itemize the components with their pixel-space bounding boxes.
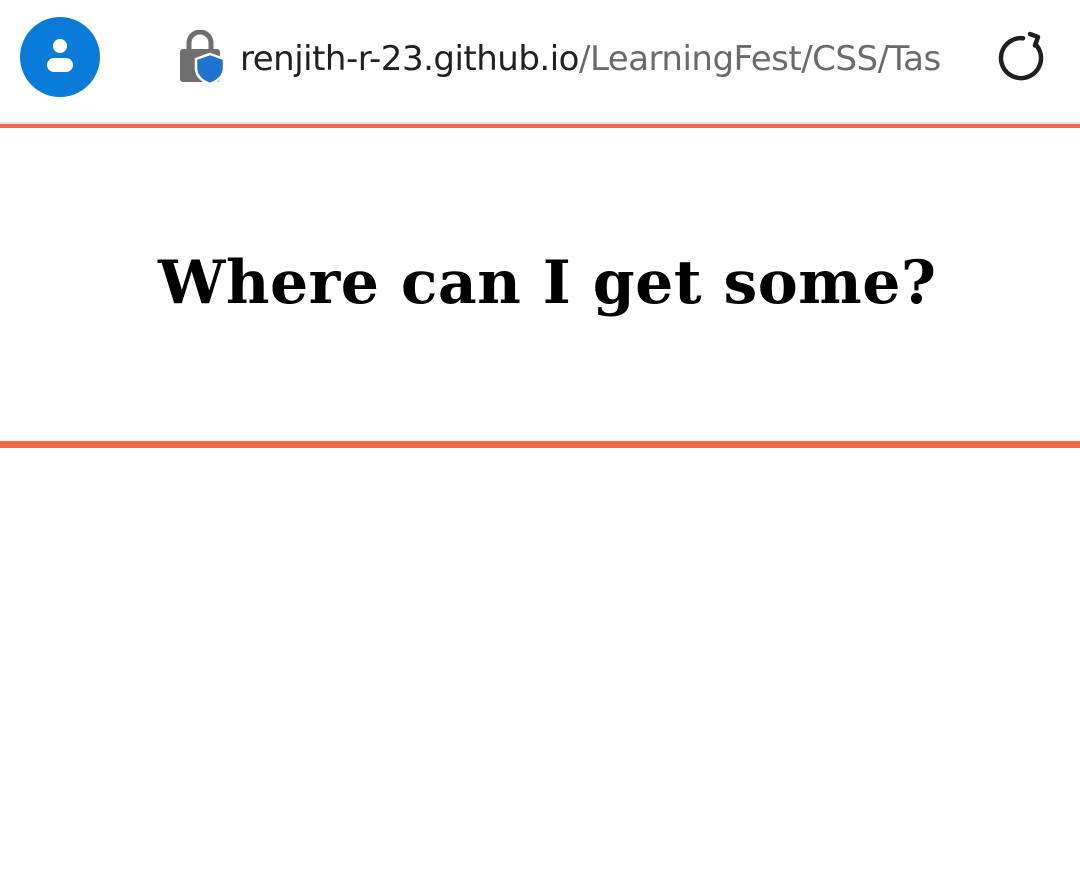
reload-icon <box>998 31 1044 81</box>
url-domain: renjith-r-23.github.io <box>240 39 579 79</box>
browser-page: renjith-r-23.github.io/LearningFest/CSS/… <box>0 0 1080 876</box>
bottom-border-line <box>0 441 1080 448</box>
browser-toolbar: renjith-r-23.github.io/LearningFest/CSS/… <box>0 0 1080 122</box>
url-path: /LearningFest/CSS/Task <box>578 39 940 79</box>
url-bar[interactable]: renjith-r-23.github.io/LearningFest/CSS/… <box>240 34 940 84</box>
account-button[interactable] <box>20 17 100 97</box>
reload-button[interactable] <box>990 28 1050 88</box>
account-icon <box>47 39 73 72</box>
lock-shield-icon <box>180 30 226 86</box>
top-border-line <box>0 124 1080 128</box>
page-heading: Where can I get some? <box>158 248 937 318</box>
